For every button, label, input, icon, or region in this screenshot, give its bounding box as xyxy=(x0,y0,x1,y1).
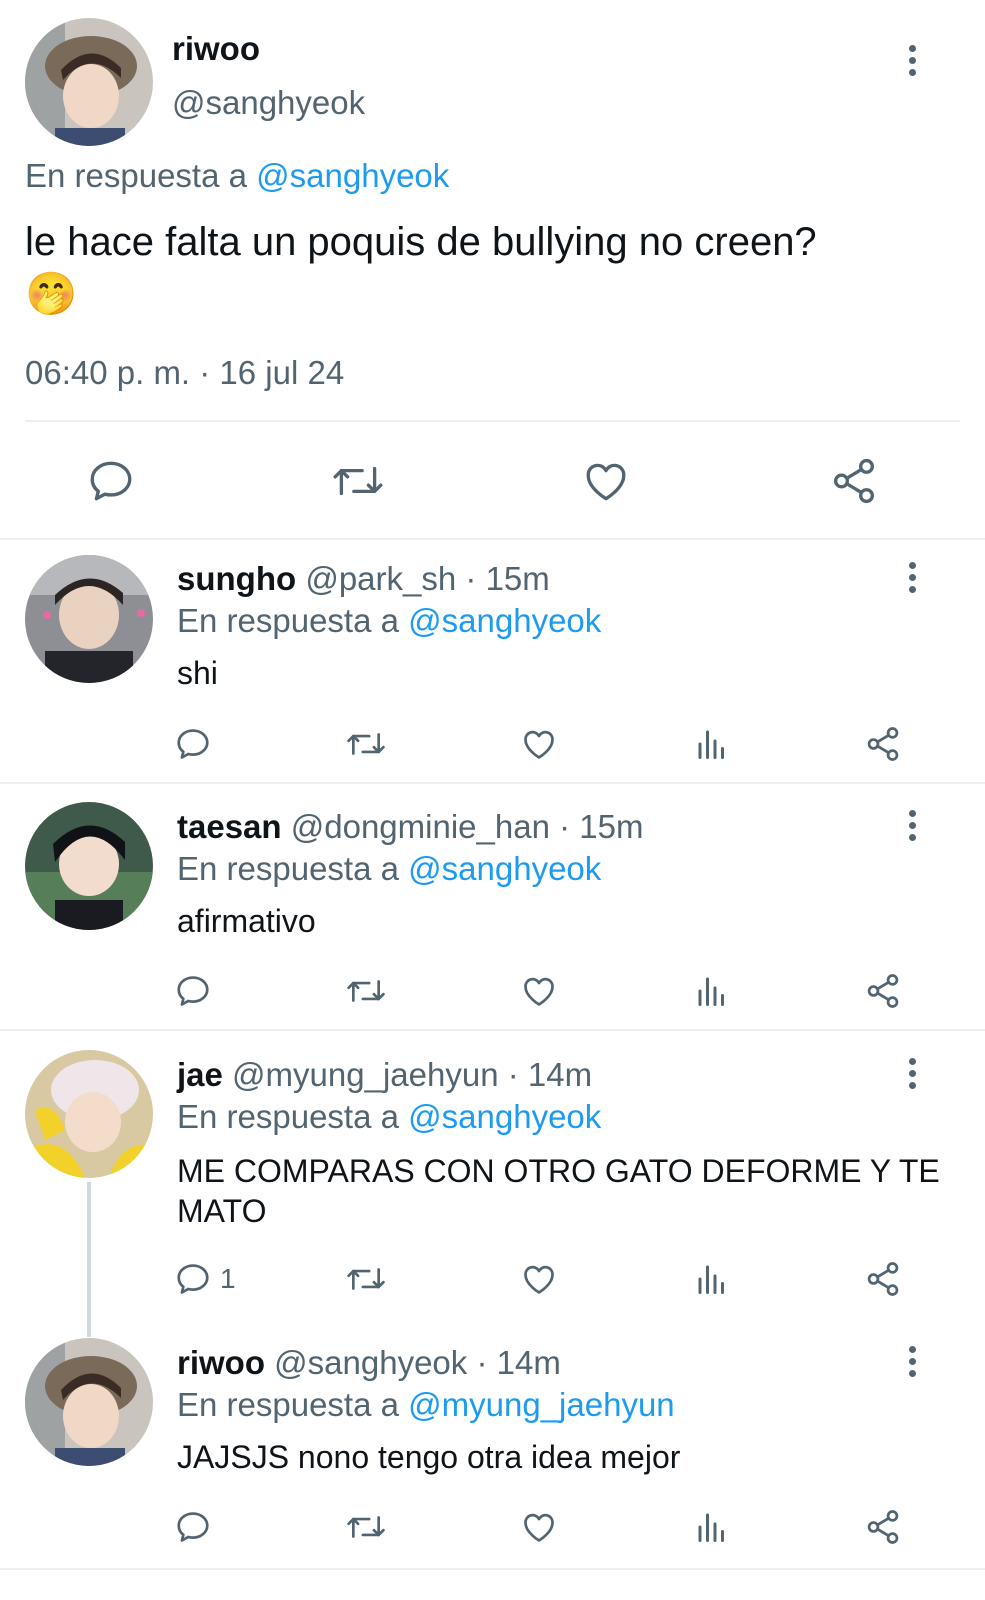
reply-prefix: En respuesta a xyxy=(177,850,399,887)
author-name[interactable]: riwoo xyxy=(177,1344,265,1381)
reply-header: sungho @park_sh · 15m xyxy=(177,560,550,598)
tweet-text: JAJSJS nono tengo otra idea mejor xyxy=(177,1439,681,1475)
divider xyxy=(0,1029,985,1031)
reply-header: taesan @dongminie_han · 15m xyxy=(177,808,643,846)
views-icon[interactable] xyxy=(694,1260,730,1298)
reply-prefix: En respuesta a xyxy=(177,1386,399,1423)
retweet-icon[interactable] xyxy=(345,1508,387,1546)
avatar[interactable] xyxy=(25,18,153,146)
more-options-icon[interactable] xyxy=(909,1346,919,1382)
tweet-text: ME COMPARAS CON OTRO GATO DEFORME Y TE M… xyxy=(177,1153,940,1229)
retweet-icon[interactable] xyxy=(345,972,387,1010)
share-icon[interactable] xyxy=(829,456,879,506)
like-icon[interactable] xyxy=(519,972,559,1010)
retweet-icon[interactable] xyxy=(345,725,387,763)
reply-context: En respuesta a @sanghyeok xyxy=(177,602,601,640)
reply-icon[interactable] xyxy=(174,1260,212,1298)
reply-context: En respuesta a @sanghyeok xyxy=(177,850,601,888)
author-handle[interactable]: @sanghyeok xyxy=(172,84,365,122)
emoji: 🤭 xyxy=(25,270,78,317)
tweet-text: shi xyxy=(177,655,218,691)
reply-header: riwoo @sanghyeok · 14m xyxy=(177,1344,561,1382)
more-options-icon[interactable] xyxy=(909,562,919,598)
reply-icon[interactable] xyxy=(174,972,212,1010)
share-icon[interactable] xyxy=(864,1260,902,1298)
divider xyxy=(0,538,985,540)
avatar[interactable] xyxy=(25,1338,153,1466)
share-icon[interactable] xyxy=(864,725,902,763)
retweet-icon[interactable] xyxy=(331,456,385,506)
author-handle[interactable]: @park_sh xyxy=(305,560,456,597)
reply-context: En respuesta a @sanghyeok xyxy=(177,1098,601,1136)
tweet-time[interactable]: · 14m xyxy=(508,1056,592,1093)
author-handle[interactable]: @sanghyeok xyxy=(274,1344,467,1381)
like-icon[interactable] xyxy=(519,1508,559,1546)
reply-context: En respuesta a @sanghyeok xyxy=(25,157,449,195)
avatar[interactable] xyxy=(25,1050,153,1178)
tweet-time[interactable]: · 15m xyxy=(559,808,643,845)
like-icon[interactable] xyxy=(580,456,632,506)
divider xyxy=(25,420,960,422)
retweet-icon[interactable] xyxy=(345,1260,387,1298)
reply-icon[interactable] xyxy=(174,725,212,763)
views-icon[interactable] xyxy=(694,972,730,1010)
divider xyxy=(0,782,985,784)
author-handle[interactable]: @myung_jaehyun xyxy=(232,1056,499,1093)
views-icon[interactable] xyxy=(694,725,730,763)
reply-to-link[interactable]: @myung_jaehyun xyxy=(408,1386,675,1423)
tweet-time[interactable]: · 15m xyxy=(465,560,549,597)
reply-icon[interactable] xyxy=(174,1508,212,1546)
like-icon[interactable] xyxy=(519,1260,559,1298)
author-name[interactable]: riwoo xyxy=(172,30,260,68)
author-name[interactable]: sungho xyxy=(177,560,296,597)
avatar[interactable] xyxy=(25,802,153,930)
reply-to-link[interactable]: @sanghyeok xyxy=(256,157,449,194)
reply-count: 1 xyxy=(220,1263,236,1294)
like-icon[interactable] xyxy=(519,725,559,763)
author-name[interactable]: taesan xyxy=(177,808,282,845)
share-icon[interactable] xyxy=(864,972,902,1010)
more-options-icon[interactable] xyxy=(909,1058,919,1094)
thread-connector xyxy=(87,1182,91,1337)
reply-to-link[interactable]: @sanghyeok xyxy=(408,850,601,887)
tweet-text: afirmativo xyxy=(177,903,316,939)
share-icon[interactable] xyxy=(864,1508,902,1546)
tweet-time[interactable]: · 14m xyxy=(476,1344,560,1381)
reply-to-link[interactable]: @sanghyeok xyxy=(408,1098,601,1135)
reply-prefix: En respuesta a xyxy=(177,1098,399,1135)
more-options-icon[interactable] xyxy=(909,810,919,846)
divider xyxy=(0,1568,985,1570)
tweet-timestamp[interactable]: 06:40 p. m. · 16 jul 24 xyxy=(25,354,344,392)
reply-to-link[interactable]: @sanghyeok xyxy=(408,602,601,639)
author-handle[interactable]: @dongminie_han xyxy=(291,808,550,845)
avatar[interactable] xyxy=(25,555,153,683)
reply-context: En respuesta a @myung_jaehyun xyxy=(177,1386,675,1424)
tweet-text: le hace falta un poquis de bullying no c… xyxy=(25,220,817,264)
reply-header: jae @myung_jaehyun · 14m xyxy=(177,1056,592,1094)
reply-prefix: En respuesta a xyxy=(177,602,399,639)
views-icon[interactable] xyxy=(694,1508,730,1546)
more-options-icon[interactable] xyxy=(909,45,919,81)
reply-icon[interactable] xyxy=(86,456,136,506)
author-name[interactable]: jae xyxy=(177,1056,223,1093)
reply-prefix: En respuesta a xyxy=(25,157,247,194)
